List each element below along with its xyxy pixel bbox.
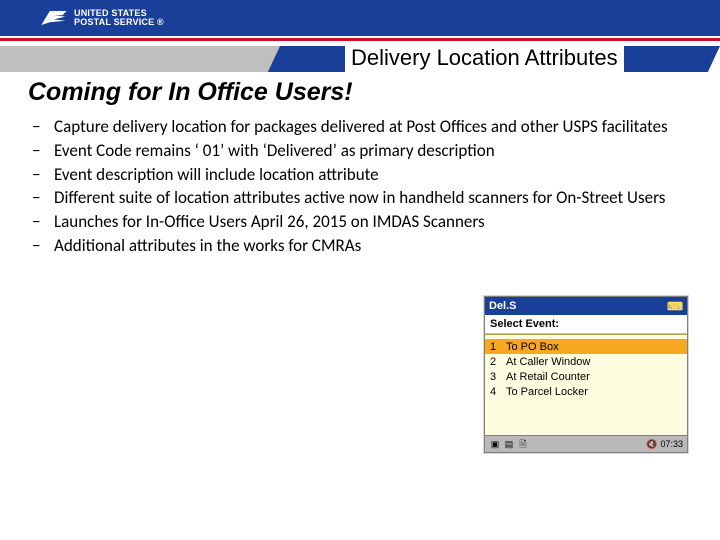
scanner-list-item[interactable]: 3 At Retail Counter xyxy=(485,369,687,384)
logo-line-2: POSTAL SERVICE ® xyxy=(74,18,164,27)
scanner-window: Del.S ⌨ Select Event: 1 To PO Box 2 At C… xyxy=(484,296,688,453)
item-number: 1 xyxy=(490,341,506,353)
slide: UNITED STATES POSTAL SERVICE ® Delivery … xyxy=(0,0,720,540)
scanner-title: Del.S xyxy=(489,300,517,312)
status-icon[interactable]: ▣ xyxy=(489,438,501,450)
bullet-dash: − xyxy=(30,140,54,162)
eagle-icon xyxy=(40,8,68,28)
item-label: To PO Box xyxy=(506,341,559,353)
status-icon[interactable]: 🗎 xyxy=(517,438,529,450)
bullet-dash: − xyxy=(30,164,54,186)
scanner-statusbar: ▣ ▤ 🗎 🔇 07:33 xyxy=(485,435,687,452)
scanner-list: 1 To PO Box 2 At Caller Window 3 At Reta… xyxy=(485,334,687,435)
bullet-text: Additional attributes in the works for C… xyxy=(54,235,690,257)
item-number: 2 xyxy=(490,356,506,368)
bullet-text: Event description will include location … xyxy=(54,164,690,186)
item-label: To Parcel Locker xyxy=(506,386,588,398)
bullet-dash: − xyxy=(30,235,54,257)
scanner-list-item[interactable]: 2 At Caller Window xyxy=(485,354,687,369)
status-time: 07:33 xyxy=(660,439,683,449)
red-divider xyxy=(0,38,720,41)
scanner-list-item[interactable]: 4 To Parcel Locker xyxy=(485,384,687,399)
list-item: − Launches for In-Office Users April 26,… xyxy=(30,211,690,233)
list-item: − Event description will include locatio… xyxy=(30,164,690,186)
list-item: − Additional attributes in the works for… xyxy=(30,235,690,257)
speaker-icon[interactable]: 🔇 xyxy=(646,439,657,450)
item-number: 4 xyxy=(490,386,506,398)
status-left: ▣ ▤ 🗎 xyxy=(489,438,529,450)
item-number: 3 xyxy=(490,371,506,383)
item-label: At Caller Window xyxy=(506,356,590,368)
scanner-prompt: Select Event: xyxy=(485,315,687,334)
page-title: Delivery Location Attributes xyxy=(345,46,624,72)
ribbon-grey xyxy=(0,46,280,72)
bullet-text: Event Code remains ‘ 01’ with ‘Delivered… xyxy=(54,140,690,162)
list-item: − Capture delivery location for packages… xyxy=(30,116,690,138)
bullet-text: Different suite of location attributes a… xyxy=(54,187,690,209)
scanner-list-item[interactable]: 1 To PO Box xyxy=(485,339,687,354)
bullet-text: Capture delivery location for packages d… xyxy=(54,116,690,138)
usps-logo: UNITED STATES POSTAL SERVICE ® xyxy=(40,8,164,28)
bullet-text: Launches for In-Office Users April 26, 2… xyxy=(54,211,690,233)
keyboard-icon[interactable]: ⌨ xyxy=(667,300,683,313)
list-item: − Different suite of location attributes… xyxy=(30,187,690,209)
bullet-dash: − xyxy=(30,187,54,209)
status-icon[interactable]: ▤ xyxy=(503,438,515,450)
logo-text: UNITED STATES POSTAL SERVICE ® xyxy=(74,9,164,28)
bullet-dash: − xyxy=(30,211,54,233)
subtitle: Coming for In Office Users! xyxy=(28,78,353,107)
scanner-titlebar: Del.S ⌨ xyxy=(485,297,687,315)
bullet-list: − Capture delivery location for packages… xyxy=(30,116,690,259)
bullet-dash: − xyxy=(30,116,54,138)
status-right: 🔇 07:33 xyxy=(646,439,683,450)
item-label: At Retail Counter xyxy=(506,371,590,383)
header-bar: UNITED STATES POSTAL SERVICE ® xyxy=(0,0,720,36)
list-item: − Event Code remains ‘ 01’ with ‘Deliver… xyxy=(30,140,690,162)
